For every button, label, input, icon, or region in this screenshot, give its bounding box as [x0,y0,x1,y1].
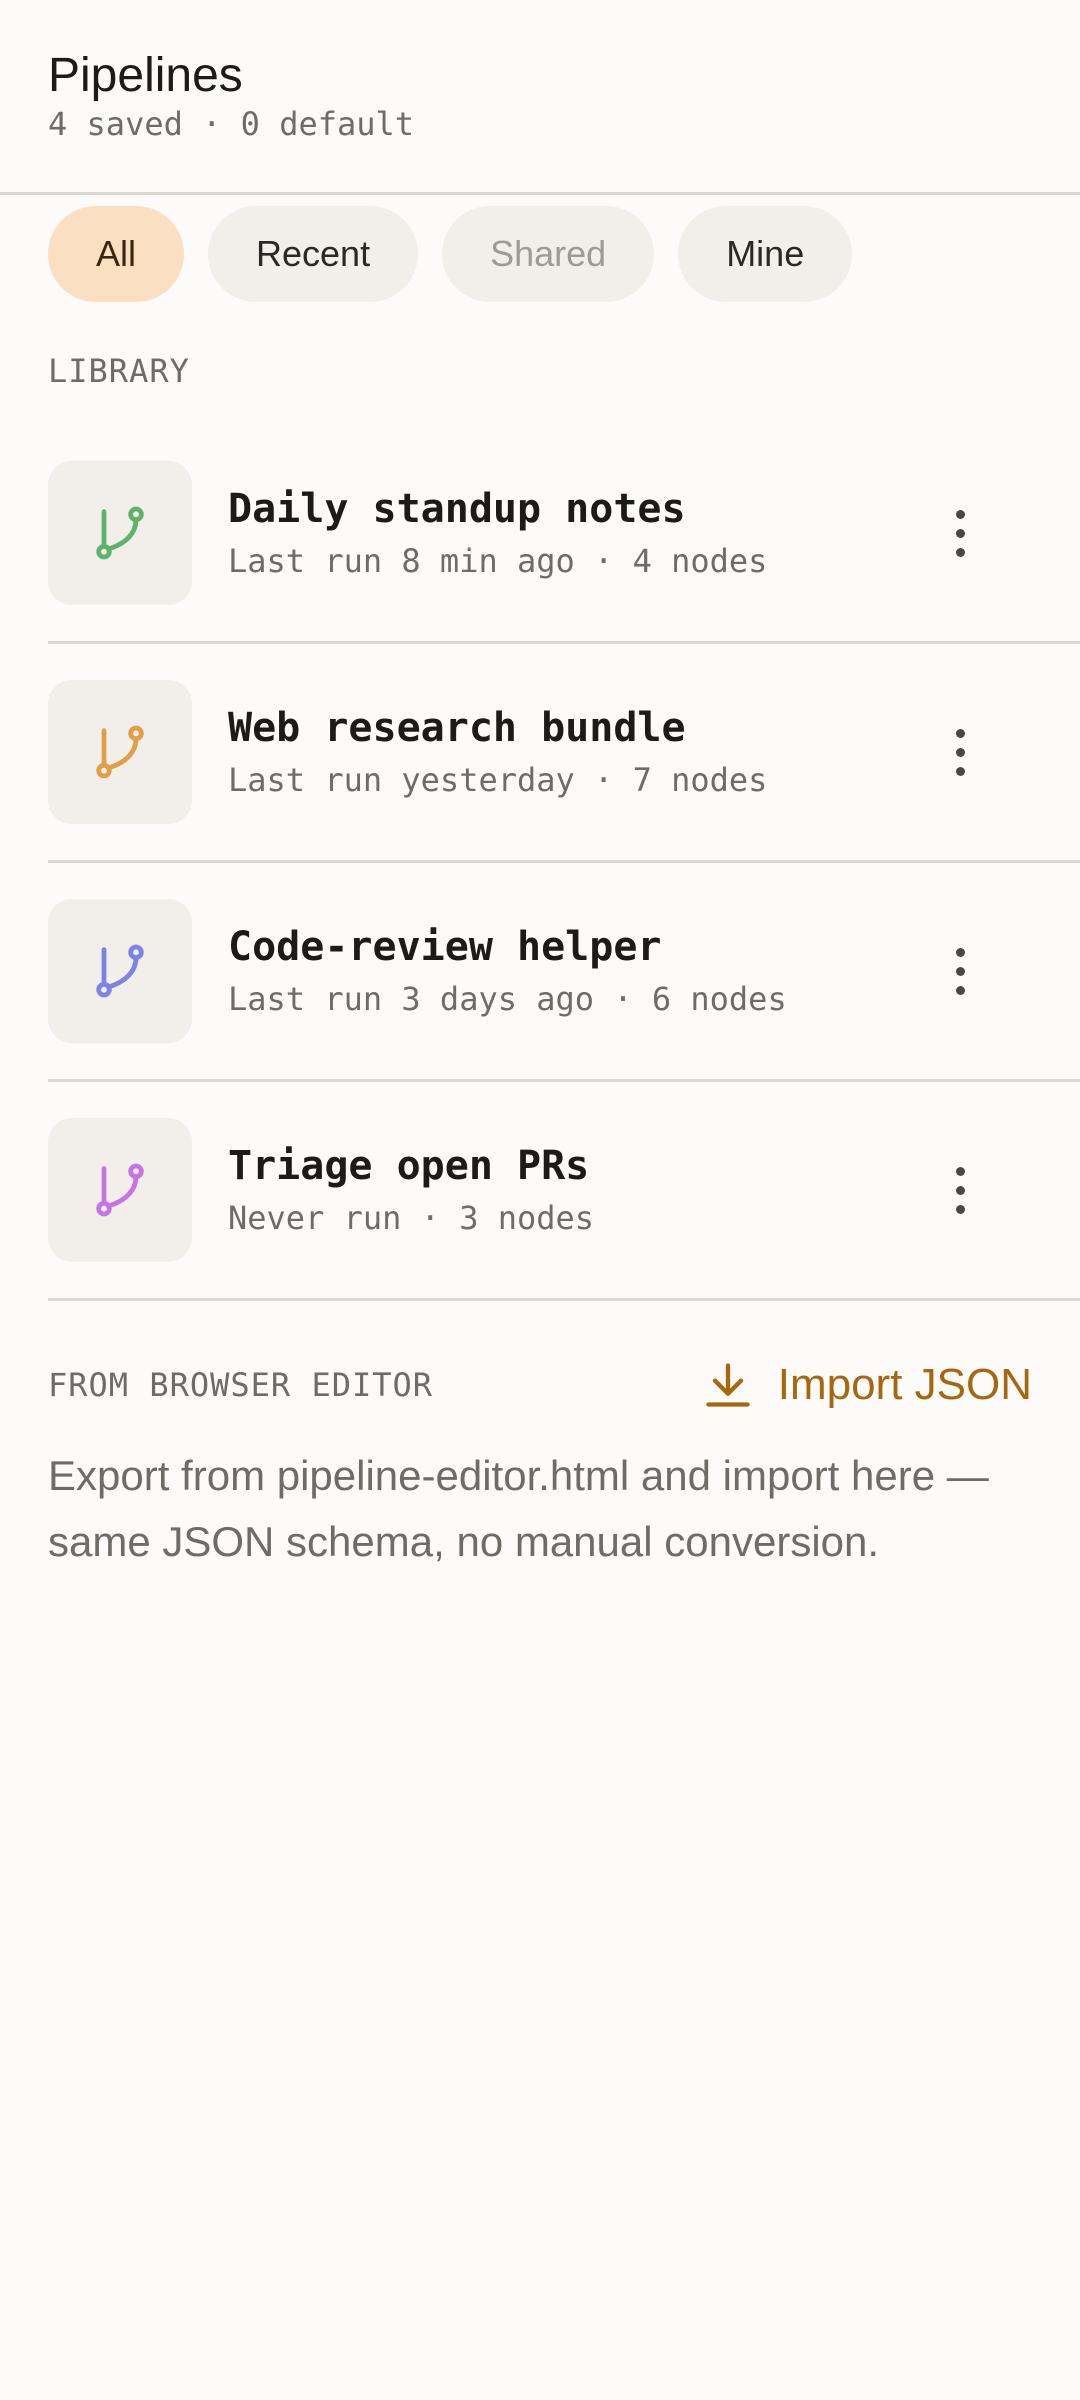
import-section: FROM BROWSER EDITOR Import JSON Export f… [48,1355,1032,1575]
more-options-icon[interactable] [936,1142,984,1238]
more-options-icon[interactable] [936,923,984,1019]
pipeline-tile [48,461,192,605]
pipeline-title: Code-review helper [228,924,662,970]
import-json-label: Import JSON [777,1360,1032,1409]
pipeline-meta: Last run yesterday · 7 nodes [228,761,768,799]
import-header: FROM BROWSER EDITOR Import JSON [48,1355,1032,1415]
branch-icon [96,944,144,998]
import-json-button[interactable]: Import JSON [702,1359,1032,1411]
pipeline-meta: Last run 3 days ago · 6 nodes [228,980,787,1018]
filter-chip-mine[interactable]: Mine [678,206,853,302]
library-section-label: LIBRARY [48,352,190,390]
pipeline-tile [48,899,192,1043]
pipeline-row[interactable]: Code-review helper Last run 3 days ago ·… [48,863,1080,1082]
filter-chips: All Recent Shared Mine [48,206,853,302]
pipeline-meta: Last run 8 min ago · 4 nodes [228,542,768,580]
more-options-icon[interactable] [936,704,984,800]
branch-icon [96,1163,144,1217]
header-divider [0,192,1080,195]
pipeline-row[interactable]: Triage open PRs Never run · 3 nodes [48,1082,1080,1301]
pipeline-row-text: Code-review helper Last run 3 days ago ·… [228,921,787,1021]
branch-icon [96,725,144,779]
pipeline-title: Triage open PRs [228,1143,590,1189]
filter-chip-recent[interactable]: Recent [208,206,419,302]
pipeline-row-text: Daily standup notes Last run 8 min ago ·… [228,483,767,583]
page-subtitle: 4 saved · 0 default [48,105,415,143]
pipeline-row-text: Web research bundle Last run yesterday ·… [228,702,767,802]
import-description: Export from pipeline-editor.html and imp… [48,1452,989,1565]
page-title: Pipelines [48,49,243,102]
pipeline-title: Daily standup notes [228,486,686,532]
filter-chip-shared[interactable]: Shared [442,206,655,302]
pipeline-row[interactable]: Web research bundle Last run yesterday ·… [48,644,1080,863]
pipeline-tile [48,680,192,824]
pipeline-tile [48,1118,192,1262]
more-options-icon[interactable] [936,485,984,581]
branch-icon [96,506,144,560]
pipeline-title: Web research bundle [228,705,686,751]
pipeline-row-text: Triage open PRs Never run · 3 nodes [228,1140,594,1240]
download-icon [706,1363,750,1407]
filter-chip-all[interactable]: All [48,206,185,302]
import-section-label: FROM BROWSER EDITOR [48,1366,434,1404]
page-header: Pipelines 4 saved · 0 default [0,0,1080,145]
pipeline-meta: Never run · 3 nodes [228,1199,595,1237]
pipeline-list: Daily standup notes Last run 8 min ago ·… [48,425,1080,1301]
pipeline-row[interactable]: Daily standup notes Last run 8 min ago ·… [48,425,1080,644]
